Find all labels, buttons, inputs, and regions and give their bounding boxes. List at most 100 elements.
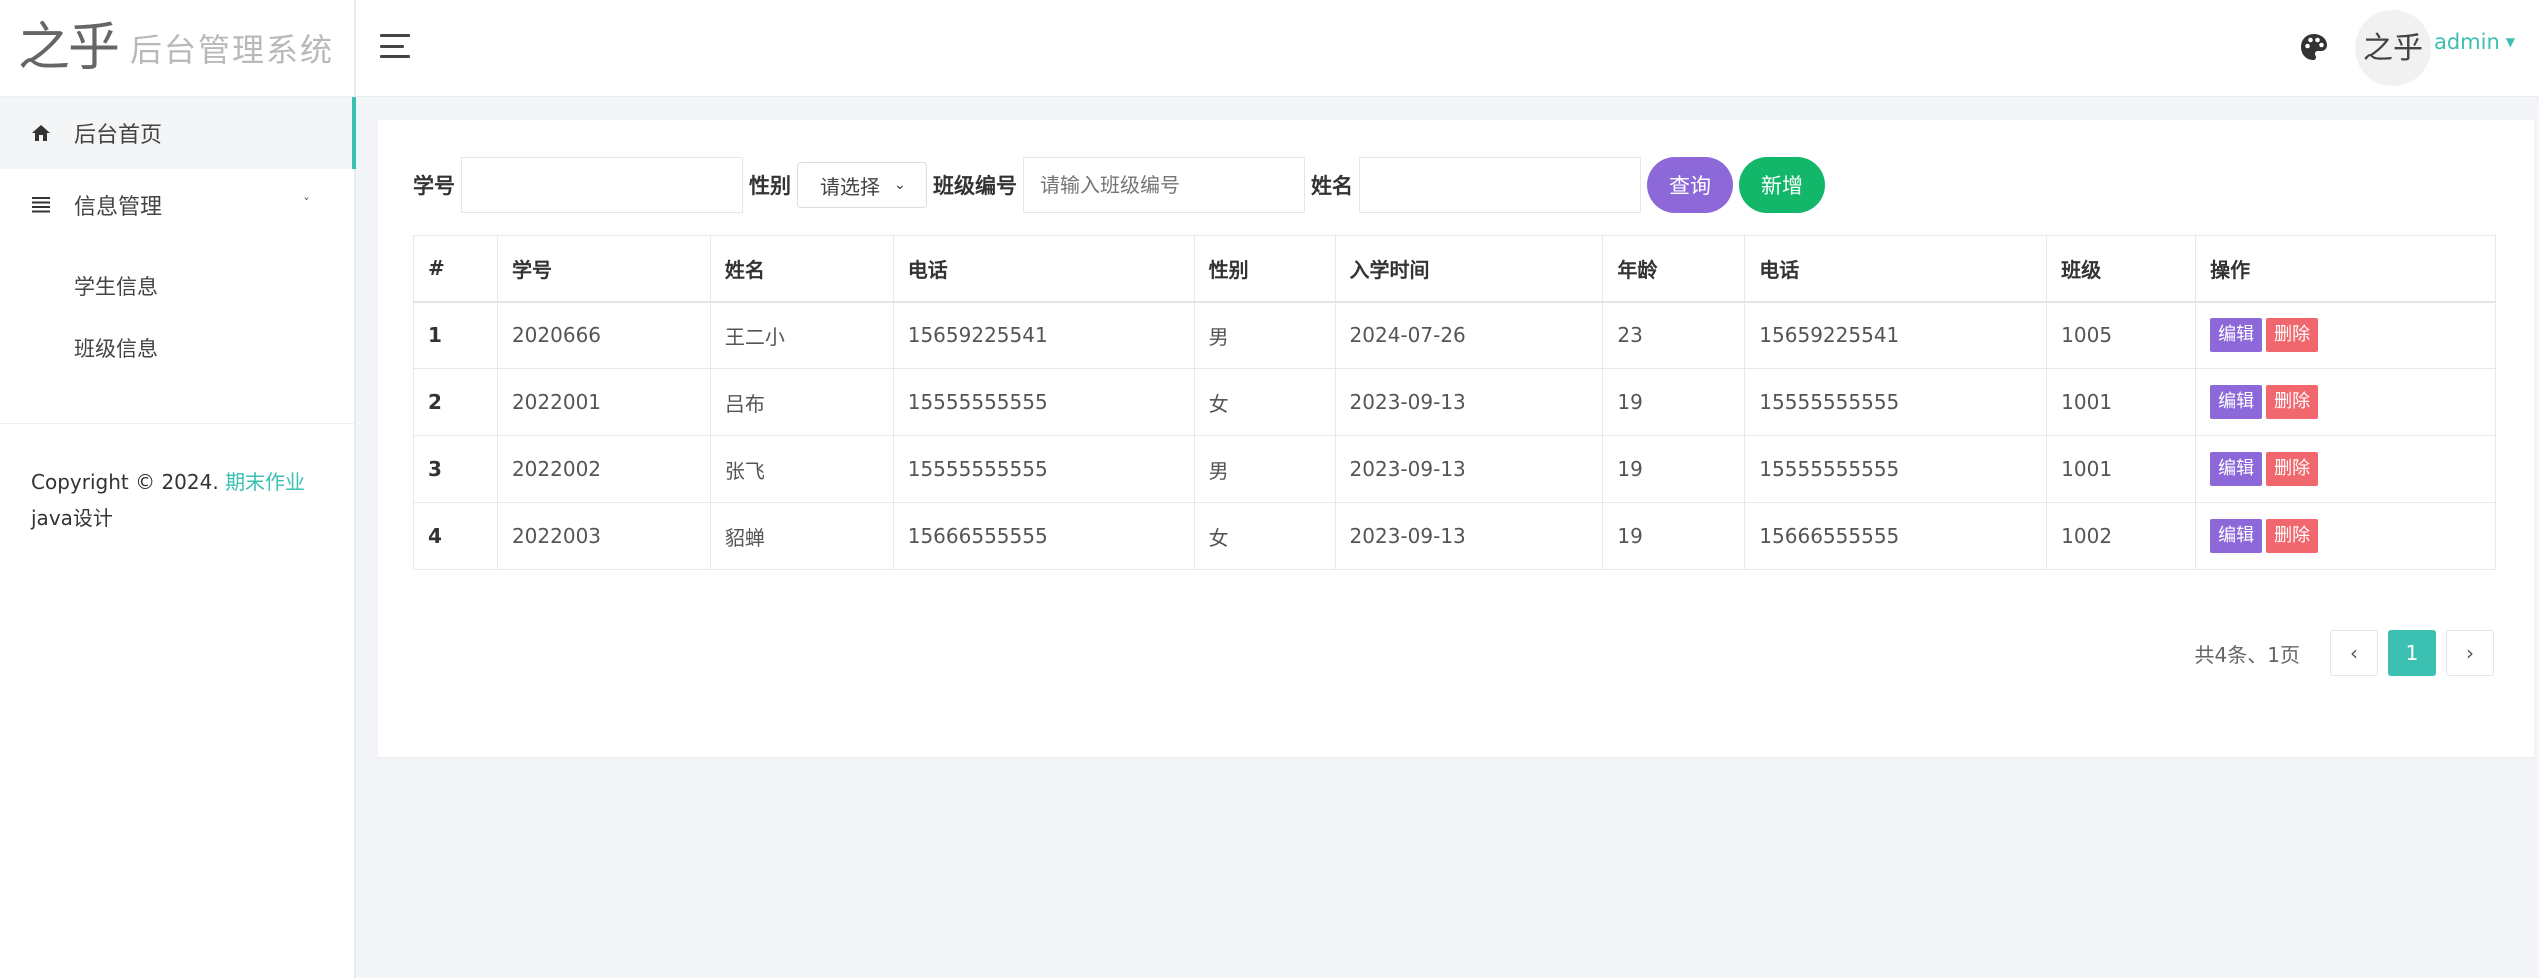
cell-index: 2	[414, 369, 498, 436]
cell-phone-2: 15666555555	[1745, 503, 2047, 570]
cell-gender: 女	[1194, 503, 1335, 570]
menu-toggle-icon[interactable]	[380, 34, 410, 58]
caret-down-icon: ▼	[2506, 35, 2515, 49]
cell-name: 王二小	[710, 302, 893, 369]
student-no-input[interactable]	[461, 157, 743, 213]
sidebar: 之乎 后台管理系统 后台首页 信息管理 ˇ 学生信息 班级信息 Copyrigh…	[0, 0, 356, 978]
user-menu[interactable]: admin ▼	[2434, 30, 2515, 54]
cell-age: 19	[1603, 436, 1745, 503]
cell-phone-2: 15555555555	[1745, 369, 2047, 436]
search-bar: 学号 性别 请选择 ⌄ 班级编号 姓名 查询 新增	[413, 157, 1825, 213]
cell-class: 1001	[2047, 436, 2196, 503]
cell-enroll-date: 2023-09-13	[1335, 503, 1603, 570]
class-no-input[interactable]	[1023, 157, 1305, 213]
table-row: 3 2022002 张飞 15555555555 男 2023-09-13 19…	[414, 436, 2496, 503]
cell-index: 3	[414, 436, 498, 503]
cell-class: 1001	[2047, 369, 2196, 436]
col-header: 班级	[2047, 236, 2196, 302]
cell-student-no: 2022003	[497, 503, 710, 570]
cell-age: 19	[1603, 503, 1745, 570]
col-header: 入学时间	[1335, 236, 1603, 302]
sidebar-subitem-student-info[interactable]: 学生信息	[0, 255, 354, 317]
cell-actions: 编辑删除	[2196, 369, 2496, 436]
avatar[interactable]: 之乎	[2355, 10, 2431, 86]
prev-page-button[interactable]: ‹	[2330, 630, 2378, 676]
sidebar-item-home[interactable]: 后台首页	[0, 97, 354, 169]
user-name: admin	[2434, 30, 2500, 54]
col-header: 学号	[497, 236, 710, 302]
home-icon	[30, 122, 52, 144]
add-button[interactable]: 新增	[1739, 157, 1825, 213]
query-button[interactable]: 查询	[1647, 157, 1733, 213]
cell-phone: 15555555555	[893, 436, 1194, 503]
col-header: 性别	[1194, 236, 1335, 302]
table-header-row: # 学号 姓名 电话 性别 入学时间 年龄 电话 班级 操作	[414, 236, 2496, 302]
cell-gender: 女	[1194, 369, 1335, 436]
cell-class: 1005	[2047, 302, 2196, 369]
pagination-info: 共4条、1页	[2195, 639, 2300, 668]
sidebar-item-label: 信息管理	[74, 189, 162, 221]
cell-name: 吕布	[710, 369, 893, 436]
logo-mark: 之乎	[18, 22, 118, 74]
edit-button[interactable]: 编辑	[2210, 385, 2262, 419]
chevron-down-icon: ⌄	[894, 177, 906, 193]
copyright-suffix: java设计	[31, 506, 113, 530]
class-no-label: 班级编号	[933, 170, 1017, 200]
student-table: # 学号 姓名 电话 性别 入学时间 年龄 电话 班级 操作 1 2020666…	[413, 235, 2496, 570]
gender-select-value: 请选择	[820, 171, 880, 200]
col-header: #	[414, 236, 498, 302]
sidebar-subitem-class-info[interactable]: 班级信息	[0, 317, 354, 379]
col-header: 电话	[893, 236, 1194, 302]
sidebar-subitem-label: 学生信息	[74, 271, 158, 301]
table-row: 2 2022001 吕布 15555555555 女 2023-09-13 19…	[414, 369, 2496, 436]
logo-text: 后台管理系统	[130, 25, 334, 71]
cell-actions: 编辑删除	[2196, 503, 2496, 570]
edit-button[interactable]: 编辑	[2210, 519, 2262, 553]
cell-name: 张飞	[710, 436, 893, 503]
gender-label: 性别	[749, 170, 791, 200]
delete-button[interactable]: 删除	[2266, 385, 2318, 419]
list-icon	[30, 194, 52, 216]
edit-button[interactable]: 编辑	[2210, 318, 2262, 352]
table-row: 1 2020666 王二小 15659225541 男 2024-07-26 2…	[414, 302, 2496, 369]
cell-phone-2: 15555555555	[1745, 436, 2047, 503]
cell-student-no: 2022001	[497, 369, 710, 436]
chevron-down-icon: ˇ	[303, 197, 310, 213]
cell-class: 1002	[2047, 503, 2196, 570]
cell-phone: 15659225541	[893, 302, 1194, 369]
cell-phone-2: 15659225541	[1745, 302, 2047, 369]
gender-select[interactable]: 请选择 ⌄	[797, 162, 927, 208]
table-row: 4 2022003 貂蝉 15666555555 女 2023-09-13 19…	[414, 503, 2496, 570]
cell-phone: 15666555555	[893, 503, 1194, 570]
cell-phone: 15555555555	[893, 369, 1194, 436]
pagination: 共4条、1页 ‹ 1 ›	[2195, 630, 2494, 676]
edit-button[interactable]: 编辑	[2210, 452, 2262, 486]
col-header: 操作	[2196, 236, 2496, 302]
cell-index: 1	[414, 302, 498, 369]
name-label: 姓名	[1311, 170, 1353, 200]
copyright-prefix: Copyright © 2024.	[31, 470, 219, 494]
copyright: Copyright © 2024. 期末作业 java设计	[0, 423, 354, 536]
cell-gender: 男	[1194, 302, 1335, 369]
sidebar-item-label: 后台首页	[74, 117, 162, 149]
next-page-button[interactable]: ›	[2446, 630, 2494, 676]
col-header: 电话	[1745, 236, 2047, 302]
student-no-label: 学号	[413, 170, 455, 200]
delete-button[interactable]: 删除	[2266, 318, 2318, 352]
copyright-link[interactable]: 期末作业	[225, 470, 305, 494]
col-header: 姓名	[710, 236, 893, 302]
palette-icon[interactable]	[2299, 32, 2329, 62]
sidebar-subitem-label: 班级信息	[74, 333, 158, 363]
cell-enroll-date: 2024-07-26	[1335, 302, 1603, 369]
cell-student-no: 2022002	[497, 436, 710, 503]
sidebar-item-info-management[interactable]: 信息管理 ˇ	[0, 169, 354, 241]
delete-button[interactable]: 删除	[2266, 519, 2318, 553]
cell-actions: 编辑删除	[2196, 436, 2496, 503]
name-input[interactable]	[1359, 157, 1641, 213]
cell-name: 貂蝉	[710, 503, 893, 570]
cell-enroll-date: 2023-09-13	[1335, 436, 1603, 503]
cell-enroll-date: 2023-09-13	[1335, 369, 1603, 436]
page-button-current[interactable]: 1	[2388, 630, 2436, 676]
cell-gender: 男	[1194, 436, 1335, 503]
delete-button[interactable]: 删除	[2266, 452, 2318, 486]
